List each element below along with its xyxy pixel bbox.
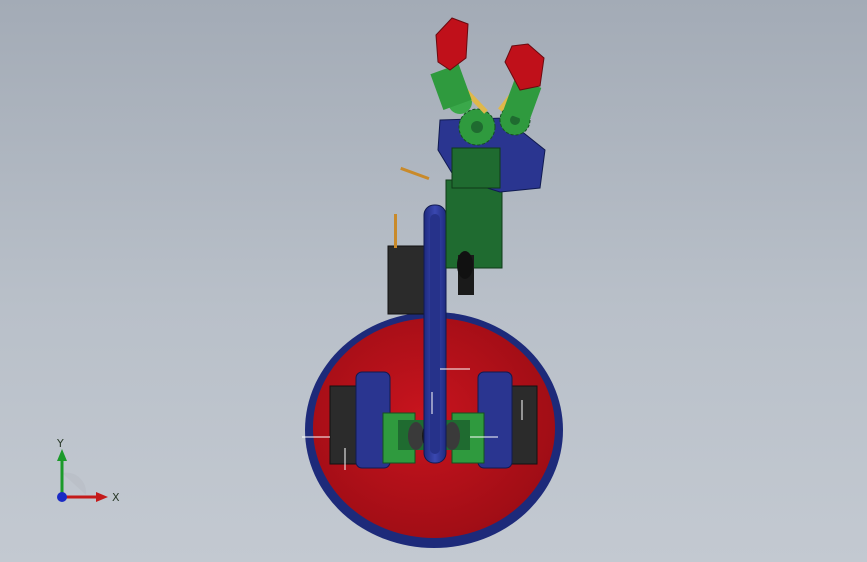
elbow-bracket[interactable] [445,179,503,295]
x-axis-label: X [112,491,120,504]
z-axis-dot [57,492,67,502]
coordinate-triad: Y X [56,437,120,504]
gripper-right-finger[interactable] [504,43,545,91]
y-axis-arrow [57,449,67,461]
arm-link[interactable] [423,204,447,464]
y-axis-label: Y [56,437,64,450]
x-axis-arrow [96,492,108,502]
cad-viewport[interactable] [0,0,867,562]
gripper-left-finger[interactable] [435,17,469,71]
